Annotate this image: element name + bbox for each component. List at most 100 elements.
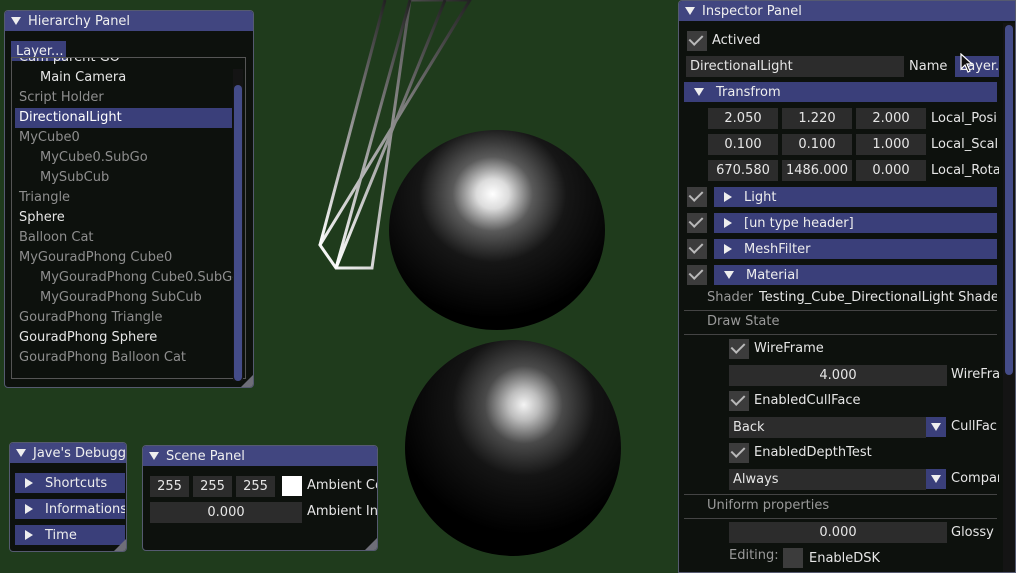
meshfilter-enabled-checkbox[interactable]	[687, 239, 707, 259]
hierarchy-panel-titlebar[interactable]: Hierarchy Panel	[5, 11, 253, 31]
scale-label: Local_Scal	[931, 137, 999, 152]
material-header[interactable]: Material	[714, 265, 997, 285]
wireframe-width-slider[interactable]: 4.000	[729, 365, 947, 386]
untyped-header[interactable]: [un type header]	[714, 213, 997, 233]
name-input[interactable]: DirectionalLight	[686, 56, 904, 77]
time-button[interactable]: Time	[15, 525, 125, 545]
check-mark-icon	[688, 213, 704, 228]
separator	[684, 334, 997, 335]
material-header-label: Material	[746, 267, 799, 283]
collapse-arrow-icon[interactable]	[685, 7, 695, 15]
inspector-scrollbar-thumb[interactable]	[1005, 25, 1013, 375]
meshfilter-header[interactable]: MeshFilter	[714, 239, 997, 259]
tree-item[interactable]: Sphere	[19, 208, 237, 228]
resize-grip-icon[interactable]	[241, 375, 253, 387]
tree-item[interactable]: MyGouradPhong SubCub	[40, 288, 237, 308]
separator	[684, 310, 997, 311]
meshfilter-header-label: MeshFilter	[744, 241, 811, 257]
inspector-scrollbar[interactable]	[1003, 23, 1015, 572]
position-z[interactable]: 2.000	[856, 108, 926, 129]
expand-arrow-icon	[724, 192, 732, 202]
actived-label: Actived	[712, 33, 761, 48]
collapse-arrow-icon[interactable]	[16, 449, 26, 457]
scene-panel-title: Scene Panel	[166, 448, 245, 464]
cullface-checkbox[interactable]	[729, 391, 749, 411]
tree-item[interactable]: MyCube0.SubGo	[40, 148, 237, 168]
transform-header[interactable]: Transfrom	[684, 82, 997, 102]
check-mark-icon	[688, 187, 704, 202]
resize-grip-icon[interactable]	[365, 538, 377, 550]
ambient-color-r[interactable]: 255	[150, 476, 189, 497]
ambient-color-b[interactable]: 255	[236, 476, 275, 497]
enable-dsk-label: EnableDSK	[809, 551, 881, 566]
material-enabled-checkbox[interactable]	[687, 265, 707, 285]
tree-item[interactable]: MyGouradPhong Cube0.SubGo	[40, 268, 240, 288]
debug-panel-titlebar[interactable]: Jave's Debuggi	[10, 443, 126, 463]
expand-arrow-icon	[25, 504, 33, 514]
position-label: Local_Posi	[931, 111, 997, 126]
hierarchy-scrollbar[interactable]	[233, 69, 243, 381]
informations-button[interactable]: Informations	[15, 499, 125, 519]
debug-panel-title: Jave's Debuggi	[33, 445, 126, 461]
uniform-properties-label: Uniform properties	[707, 498, 830, 513]
ambient-color-g[interactable]: 255	[193, 476, 232, 497]
tree-item[interactable]: DirectionalLight	[15, 108, 232, 128]
position-x[interactable]: 2.050	[708, 108, 778, 129]
enable-dsk-checkbox[interactable]	[783, 548, 803, 568]
scale-z[interactable]: 1.000	[856, 134, 926, 155]
tree-item[interactable]: Balloon Cat	[19, 228, 237, 248]
shortcuts-button[interactable]: Shortcuts	[15, 473, 125, 493]
inspector-panel-titlebar[interactable]: Inspector Panel	[679, 1, 1015, 21]
check-mark-icon	[688, 239, 704, 254]
actived-checkbox[interactable]	[687, 31, 707, 51]
chevron-down-icon[interactable]	[926, 417, 946, 437]
cullface-combo[interactable]: Back	[729, 417, 926, 438]
wireframe-width-label: WireFra	[951, 367, 999, 382]
inspector-panel: Inspector Panel Actived DirectionalLight…	[678, 0, 1016, 573]
ambient-intensity-slider[interactable]: 0.000	[150, 502, 302, 523]
hierarchy-panel-title: Hierarchy Panel	[28, 13, 131, 29]
untyped-enabled-checkbox[interactable]	[687, 213, 707, 233]
check-mark-icon	[688, 265, 704, 280]
scene-panel-titlebar[interactable]: Scene Panel	[143, 446, 377, 466]
hierarchy-scrollbar-thumb[interactable]	[234, 85, 242, 381]
tree-item[interactable]: Main Camera	[40, 68, 237, 88]
inspector-panel-title: Inspector Panel	[702, 3, 802, 19]
name-label: Name	[909, 59, 948, 74]
separator	[684, 494, 997, 495]
tree-item[interactable]: Cam parent GO	[19, 58, 237, 68]
ambient-intensity-label: Ambient In	[307, 504, 377, 519]
chevron-down-icon[interactable]	[926, 469, 946, 489]
tree-item[interactable]: MyCube0	[19, 128, 237, 148]
resize-grip-icon[interactable]	[114, 539, 126, 551]
depthtest-checkbox[interactable]	[729, 443, 749, 463]
scale-y[interactable]: 0.100	[782, 134, 852, 155]
rotation-y[interactable]: 1486.000	[782, 160, 852, 181]
ambient-color-swatch[interactable]	[282, 476, 302, 496]
wireframe-checkbox[interactable]	[729, 339, 749, 359]
tree-item[interactable]: GouradPhong Sphere	[19, 328, 237, 348]
light-header[interactable]: Light	[714, 187, 997, 207]
tree-item[interactable]: MyGouradPhong Cube0	[19, 248, 237, 268]
tree-item[interactable]: Triangle	[19, 188, 237, 208]
tree-item[interactable]: GouradPhong Balloon Cat	[19, 348, 237, 368]
position-y[interactable]: 1.220	[782, 108, 852, 129]
glossy-slider[interactable]: 0.000	[729, 522, 947, 543]
transform-header-label: Transfrom	[716, 84, 781, 100]
depth-compare-combo[interactable]: Always	[729, 469, 926, 490]
depthtest-label: EnabledDepthTest	[754, 445, 872, 460]
tree-item[interactable]: GouradPhong Triangle	[19, 308, 237, 328]
check-mark-icon	[688, 31, 704, 46]
rotation-z[interactable]: 0.000	[856, 160, 926, 181]
collapse-arrow-icon[interactable]	[11, 17, 21, 25]
light-header-label: Light	[744, 189, 777, 205]
rotation-x[interactable]: 670.580	[708, 160, 778, 181]
tree-item[interactable]: Script Holder	[19, 88, 237, 108]
tree-item[interactable]: MySubCub	[40, 168, 237, 188]
draw-state-label: Draw State	[707, 314, 780, 329]
light-enabled-checkbox[interactable]	[687, 187, 707, 207]
check-mark-icon	[730, 443, 746, 458]
sphere-lower	[405, 340, 621, 556]
collapse-arrow-icon[interactable]	[149, 452, 159, 460]
scale-x[interactable]: 0.100	[708, 134, 778, 155]
